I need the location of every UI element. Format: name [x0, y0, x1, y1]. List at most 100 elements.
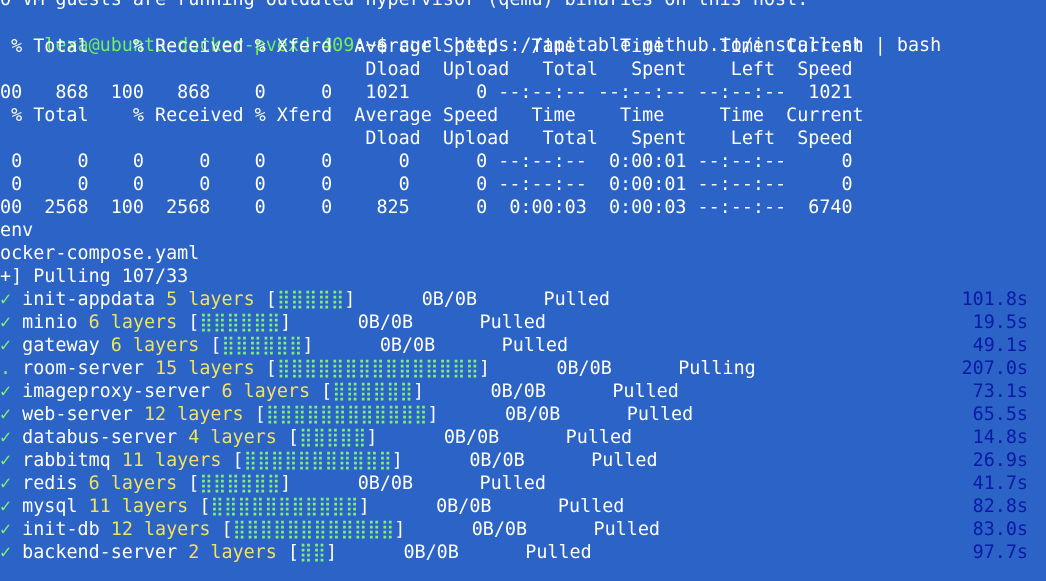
- elapsed-time: 19.5s: [972, 312, 1028, 333]
- layer-progress-bar: ⣿⣿⣿⣿⣿⣿: [199, 312, 281, 333]
- transfer-size: 0B/0B: [504, 404, 561, 425]
- layer-progress-bar: ⣿⣿⣿⣿⣿⣿: [199, 473, 281, 494]
- image-name: room-server: [22, 358, 144, 379]
- image-name: gateway: [22, 335, 100, 356]
- layer-count: 6 layers: [88, 312, 178, 333]
- elapsed-time: 14.8s: [972, 427, 1028, 448]
- elapsed-time: 101.8s: [961, 289, 1028, 310]
- pull-row: ✓ databus-server 4 layers [⣿⣿⣿⣿⣿] 0B/0B …: [0, 426, 1046, 449]
- pull-status: Pulled: [525, 542, 592, 563]
- curl-progress-row: 00 868 100 868 0 0 1021 0 --:--:-- --:--…: [0, 82, 853, 103]
- transfer-size: 0B/0B: [471, 519, 528, 540]
- transfer-size: 0B/0B: [443, 427, 500, 448]
- env-line: env: [0, 220, 34, 241]
- curl-header-4: Dload Upload Total Spent Left Speed: [0, 128, 853, 149]
- pull-row-text: ✓ init-db 12 layers [⣿⣿⣿⣿⣿⣿⣿⣿⣿⣿⣿⣿] 0B/0B…: [0, 519, 660, 540]
- pull-row-text: ✓ minio 6 layers [⣿⣿⣿⣿⣿⣿] 0B/0B Pulled: [0, 312, 546, 333]
- elapsed-time: 41.7s: [972, 473, 1028, 494]
- layer-progress-bar: ⣿⣿: [298, 542, 326, 563]
- transfer-size: 0B/0B: [379, 335, 436, 356]
- compose-file-line: ocker-compose.yaml: [0, 243, 200, 264]
- status-mark-icon: ✓: [0, 450, 12, 471]
- image-name: rabbitmq: [22, 450, 111, 471]
- curl-progress-row: 0 0 0 0 0 0 0 0 --:--:-- 0:00:01 --:--:-…: [0, 174, 853, 195]
- pull-status: Pulled: [593, 519, 660, 540]
- terminal-window[interactable]: o VM guests are running outdated hypervi…: [0, 0, 1046, 581]
- layer-count: 11 layers: [121, 450, 222, 471]
- layer-count: 5 layers: [166, 289, 255, 310]
- image-name: databus-server: [22, 427, 178, 448]
- pull-row: ✓ redis 6 layers [⣿⣿⣿⣿⣿⣿] 0B/0B Pulled 41…: [0, 472, 1046, 495]
- layer-progress-bar: ⣿⣿⣿⣿⣿⣿⣿⣿⣿⣿⣿⣿: [265, 404, 428, 425]
- curl-header-3: % Total % Received % Xferd Average Speed…: [0, 105, 864, 126]
- pull-row-text: . room-server 15 layers [⣿⣿⣿⣿⣿⣿⣿⣿⣿⣿⣿⣿⣿⣿⣿…: [0, 358, 756, 379]
- pull-row: ✓ gateway 6 layers [⣿⣿⣿⣿⣿⣿] 0B/0B Pulled…: [0, 334, 1046, 357]
- pull-row-text: ✓ rabbitmq 11 layers [⣿⣿⣿⣿⣿⣿⣿⣿⣿⣿⣿] 0B/0B…: [0, 450, 658, 471]
- status-mark-icon: ✓: [0, 381, 12, 402]
- image-name: backend-server: [22, 542, 178, 563]
- elapsed-time: 49.1s: [972, 335, 1028, 356]
- pull-status: Pulled: [543, 289, 610, 310]
- pull-row-text: ✓ gateway 6 layers [⣿⣿⣿⣿⣿⣿] 0B/0B Pulled: [0, 335, 569, 356]
- status-mark-icon: ✓: [0, 519, 12, 540]
- layer-count: 6 layers: [110, 335, 200, 356]
- status-mark-icon: ✓: [0, 473, 12, 494]
- pull-row-text: ✓ init-appdata 5 layers [⣿⣿⣿⣿⣿] 0B/0B Pu…: [0, 289, 610, 310]
- transfer-size: 0B/0B: [421, 289, 478, 310]
- image-name: web-server: [22, 404, 133, 425]
- layer-progress-bar: ⣿⣿⣿⣿⣿⣿: [221, 335, 303, 356]
- layer-count: 11 layers: [88, 496, 189, 517]
- transfer-size: 0B/0B: [357, 473, 414, 494]
- transfer-size: 0B/0B: [403, 542, 459, 563]
- layer-progress-bar: ⣿⣿⣿⣿⣿: [298, 427, 367, 448]
- layer-count: 2 layers: [188, 542, 277, 563]
- status-mark-icon: ✓: [0, 542, 12, 563]
- elapsed-time: 73.1s: [972, 381, 1028, 402]
- pull-row-text: ✓ mysql 11 layers [⣿⣿⣿⣿⣿⣿⣿⣿⣿⣿⣿] 0B/0B Pu…: [0, 496, 625, 517]
- layer-progress-bar: ⣿⣿⣿⣿⣿⣿⣿⣿⣿⣿⣿⣿: [232, 519, 395, 540]
- pull-row: ✓ backend-server 2 layers [⣿⣿] 0B/0B Pul…: [0, 541, 1046, 564]
- pull-status: Pulled: [626, 404, 694, 425]
- pull-status: Pulled: [565, 427, 633, 448]
- elapsed-time: 97.7s: [972, 542, 1028, 563]
- curl-header-2: Dload Upload Total Spent Left Speed: [0, 59, 853, 80]
- pull-row: ✓ mysql 11 layers [⣿⣿⣿⣿⣿⣿⣿⣿⣿⣿⣿] 0B/0B Pu…: [0, 495, 1046, 518]
- elapsed-time: 26.9s: [972, 450, 1028, 471]
- layer-count: 4 layers: [188, 427, 277, 448]
- pull-row: . room-server 15 layers [⣿⣿⣿⣿⣿⣿⣿⣿⣿⣿⣿⣿⣿⣿⣿…: [0, 357, 1046, 380]
- image-name: init-db: [22, 519, 100, 540]
- layer-count: 15 layers: [155, 358, 255, 379]
- curl-progress-row: 0 0 0 0 0 0 0 0 --:--:-- 0:00:01 --:--:-…: [0, 151, 853, 172]
- pull-status: Pulled: [557, 496, 625, 517]
- layer-count: 6 layers: [88, 473, 178, 494]
- pull-row: ✓ minio 6 layers [⣿⣿⣿⣿⣿⣿] 0B/0B Pulled 19…: [0, 311, 1046, 334]
- status-mark-icon: ✓: [0, 427, 12, 448]
- pull-row-text: ✓ backend-server 2 layers [⣿⣿] 0B/0B Pul…: [0, 542, 592, 563]
- elapsed-time: 82.8s: [972, 496, 1028, 517]
- pull-status: Pulling: [678, 358, 756, 379]
- pull-status: Pulled: [591, 450, 658, 471]
- image-name: minio: [22, 312, 78, 333]
- status-mark-icon: ✓: [0, 496, 12, 517]
- pull-row: ✓ init-appdata 5 layers [⣿⣿⣿⣿⣿] 0B/0B Pu…: [0, 288, 1046, 311]
- transfer-size: 0B/0B: [357, 312, 414, 333]
- transfer-size: 0B/0B: [436, 496, 492, 517]
- prompt-line: lexa@ubuntu-docker-pvexd-409:~$ curl htt…: [0, 11, 941, 56]
- pull-row-text: ✓ redis 6 layers [⣿⣿⣿⣿⣿⣿] 0B/0B Pulled: [0, 473, 546, 494]
- layer-count: 12 layers: [143, 404, 244, 425]
- image-name: redis: [22, 473, 78, 494]
- truncated-warning-line: o VM guests are running outdated hypervi…: [0, 0, 808, 11]
- image-name: init-appdata: [22, 289, 156, 310]
- status-mark-icon: ✓: [0, 404, 12, 425]
- status-mark-icon: ✓: [0, 335, 12, 356]
- elapsed-time: 207.0s: [961, 358, 1028, 379]
- pull-row: ✓ init-db 12 layers [⣿⣿⣿⣿⣿⣿⣿⣿⣿⣿⣿⣿] 0B/0B…: [0, 518, 1046, 541]
- pull-status: Pulled: [479, 312, 546, 333]
- layer-progress-bar: ⣿⣿⣿⣿⣿⣿⣿⣿⣿⣿⣿: [243, 450, 392, 471]
- layer-progress-bar: ⣿⣿⣿⣿⣿⣿: [332, 381, 414, 402]
- pull-status: Pulled: [612, 381, 679, 402]
- transfer-size: 0B/0B: [490, 381, 546, 402]
- image-name: imageproxy-server: [22, 381, 211, 402]
- pulling-summary-line: +] Pulling 107/33: [0, 266, 189, 287]
- pull-row: ✓ imageproxy-server 6 layers [⣿⣿⣿⣿⣿⣿] 0B…: [0, 380, 1046, 403]
